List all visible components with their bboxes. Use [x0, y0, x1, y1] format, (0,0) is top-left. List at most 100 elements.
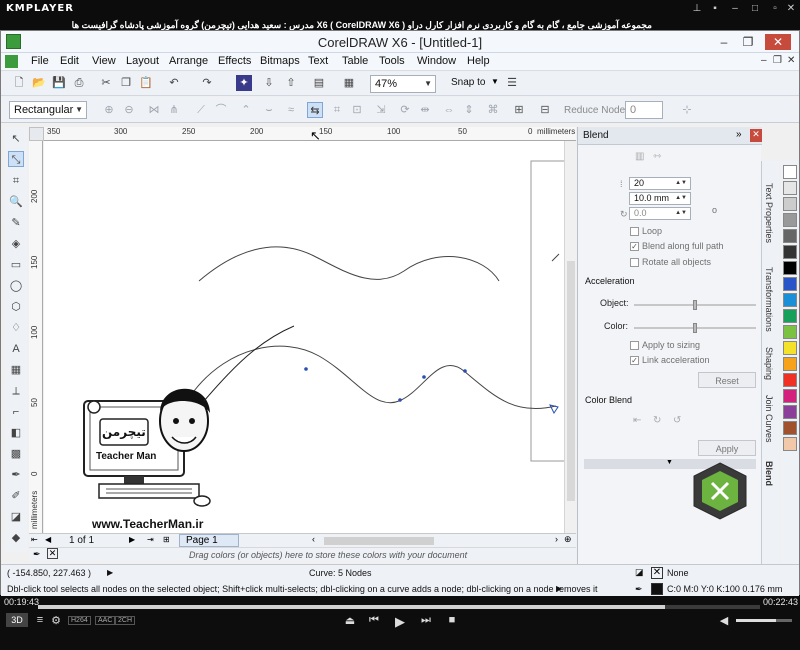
- color-swatch[interactable]: [783, 277, 797, 291]
- app-launcher-icon[interactable]: ▦: [341, 75, 357, 91]
- rotate-nodes-icon[interactable]: ⟳: [397, 102, 413, 118]
- smooth-node-icon[interactable]: ⌣: [261, 102, 277, 118]
- rotate-all-checkbox[interactable]: [630, 258, 639, 267]
- extract-subpath-icon[interactable]: ⊡: [349, 102, 365, 118]
- break-curve-icon[interactable]: ⋔: [166, 102, 182, 118]
- crop-tool-icon[interactable]: ⌗: [8, 173, 24, 189]
- seek-bar[interactable]: [38, 605, 760, 609]
- outline-color-swatch[interactable]: [651, 583, 663, 595]
- no-fill-swatch-icon[interactable]: ✕: [651, 567, 663, 579]
- color-swatch[interactable]: [783, 389, 797, 403]
- tab-join-curves[interactable]: Join Curves: [764, 395, 774, 443]
- copy-icon[interactable]: ❐: [118, 75, 134, 91]
- menu-window[interactable]: Window: [417, 55, 456, 67]
- menu-layout[interactable]: Layout: [126, 55, 159, 67]
- steps-input[interactable]: 20 ▲▼: [629, 177, 691, 190]
- chevron-down-icon[interactable]: ▼: [491, 77, 499, 86]
- export-icon[interactable]: ⇧: [283, 75, 299, 91]
- document-icon[interactable]: [5, 55, 18, 68]
- menu-bitmaps[interactable]: Bitmaps: [260, 55, 300, 67]
- object-accel-slider[interactable]: [634, 300, 756, 310]
- eject-icon[interactable]: ⏏: [342, 614, 358, 627]
- add-node-icon[interactable]: ⊕: [101, 102, 117, 118]
- ellipse-tool-icon[interactable]: ◯: [8, 278, 24, 294]
- drawing-canvas[interactable]: تیچرمن Teacher Man www.TeacherMan.ir ↖: [44, 128, 564, 533]
- color-swatch[interactable]: [783, 373, 797, 387]
- menu-table[interactable]: Table: [342, 55, 368, 67]
- menu-help[interactable]: Help: [467, 55, 490, 67]
- volume-slider[interactable]: [736, 619, 792, 622]
- undo-icon[interactable]: ↶: [166, 75, 182, 91]
- playlist-icon[interactable]: ≡: [32, 614, 48, 626]
- curve-node[interactable]: [398, 398, 402, 402]
- player-minimize-button[interactable]: –: [728, 3, 742, 15]
- vertical-ruler[interactable]: 200 150 100 50 0 millimeters: [29, 141, 43, 533]
- menu-text[interactable]: Text: [308, 55, 328, 67]
- color-swatch[interactable]: [783, 325, 797, 339]
- stretch-nodes-icon[interactable]: ⇲: [373, 102, 389, 118]
- apply-sizing-checkbox[interactable]: [630, 341, 639, 350]
- basic-shapes-icon[interactable]: ♢: [8, 320, 24, 336]
- volume-icon[interactable]: ◀: [716, 614, 732, 627]
- color-accel-thumb[interactable]: [693, 323, 697, 333]
- pin-icon[interactable]: ⊥: [690, 3, 704, 15]
- color-swatch[interactable]: [783, 309, 797, 323]
- delete-node-icon[interactable]: ⊖: [121, 102, 137, 118]
- to-curve-icon[interactable]: ⌒: [213, 102, 229, 118]
- blend-tool-icon[interactable]: ◧: [8, 425, 24, 441]
- player-options-icon[interactable]: ▪: [708, 3, 722, 15]
- new-document-icon[interactable]: 🗋: [11, 75, 27, 91]
- minimize-button[interactable]: –: [713, 34, 735, 50]
- options-icon[interactable]: ☰: [504, 75, 520, 91]
- freehand-tool-icon[interactable]: ✎: [8, 215, 24, 231]
- hscroll-left-icon[interactable]: ‹: [312, 534, 315, 544]
- doc-restore-button[interactable]: ❐: [773, 55, 782, 66]
- color-swatch[interactable]: [783, 197, 797, 211]
- color-swatch[interactable]: [783, 245, 797, 259]
- polygon-tool-icon[interactable]: ⬡: [8, 299, 24, 315]
- player-fullscreen-button[interactable]: ▫: [768, 3, 782, 15]
- scroll-thumb[interactable]: [567, 261, 575, 501]
- selection-mode-combo[interactable]: Rectangular ▼: [9, 101, 87, 119]
- spacing-input[interactable]: 10.0 mm ▲▼: [629, 192, 691, 205]
- hscroll-thumb[interactable]: [324, 537, 434, 545]
- page-prev-icon[interactable]: ◀: [45, 535, 51, 544]
- outline-tool-icon[interactable]: ✐: [8, 488, 24, 504]
- loop-checkbox[interactable]: [630, 227, 639, 236]
- docker-close-button[interactable]: ✕: [750, 129, 762, 142]
- player-close-button[interactable]: ✕: [784, 3, 798, 15]
- curve-node[interactable]: [304, 367, 308, 371]
- clockwise-blend-icon[interactable]: ↻: [653, 415, 661, 426]
- open-icon[interactable]: 📂: [31, 75, 47, 91]
- doc-minimize-button[interactable]: –: [761, 55, 767, 66]
- tab-shaping[interactable]: Shaping: [764, 347, 774, 380]
- publish-pdf-icon[interactable]: ▤: [311, 75, 327, 91]
- blend-steps-mode-icon[interactable]: ▥: [635, 151, 644, 162]
- color-swatch[interactable]: [783, 229, 797, 243]
- stop-icon[interactable]: ■: [444, 614, 460, 626]
- tab-text-properties[interactable]: Text Properties: [764, 183, 774, 243]
- page-next-icon[interactable]: ▶: [129, 535, 135, 544]
- color-swatch[interactable]: [783, 181, 797, 195]
- print-icon[interactable]: ⎙: [71, 75, 87, 91]
- table-tool-icon[interactable]: ▦: [8, 362, 24, 378]
- status-expand-icon[interactable]: ▶: [107, 568, 113, 577]
- reduce-nodes-label[interactable]: Reduce Nodes: [564, 105, 630, 116]
- 3d-badge[interactable]: 3D: [6, 613, 28, 627]
- add-page-icon[interactable]: ⊞: [163, 535, 170, 544]
- ruler-origin[interactable]: [29, 127, 44, 141]
- hint-expand-icon[interactable]: ▶: [556, 584, 562, 593]
- symmetrical-node-icon[interactable]: ≈: [283, 102, 299, 118]
- color-swatch[interactable]: [783, 437, 797, 451]
- collapse-arrow-icon[interactable]: ▼: [666, 459, 673, 466]
- color-swatch[interactable]: [783, 213, 797, 227]
- smart-fill-icon[interactable]: ◈: [8, 236, 24, 252]
- doc-close-button[interactable]: ✕: [787, 55, 795, 66]
- color-swatch[interactable]: [783, 421, 797, 435]
- zoom-tool-icon[interactable]: 🔍: [8, 194, 24, 210]
- tab-transformations[interactable]: Transformations: [764, 267, 774, 332]
- menu-edit[interactable]: Edit: [60, 55, 79, 67]
- fill-tool-icon[interactable]: ◪: [8, 509, 24, 525]
- menu-view[interactable]: View: [92, 55, 116, 67]
- object-accel-thumb[interactable]: [693, 300, 697, 310]
